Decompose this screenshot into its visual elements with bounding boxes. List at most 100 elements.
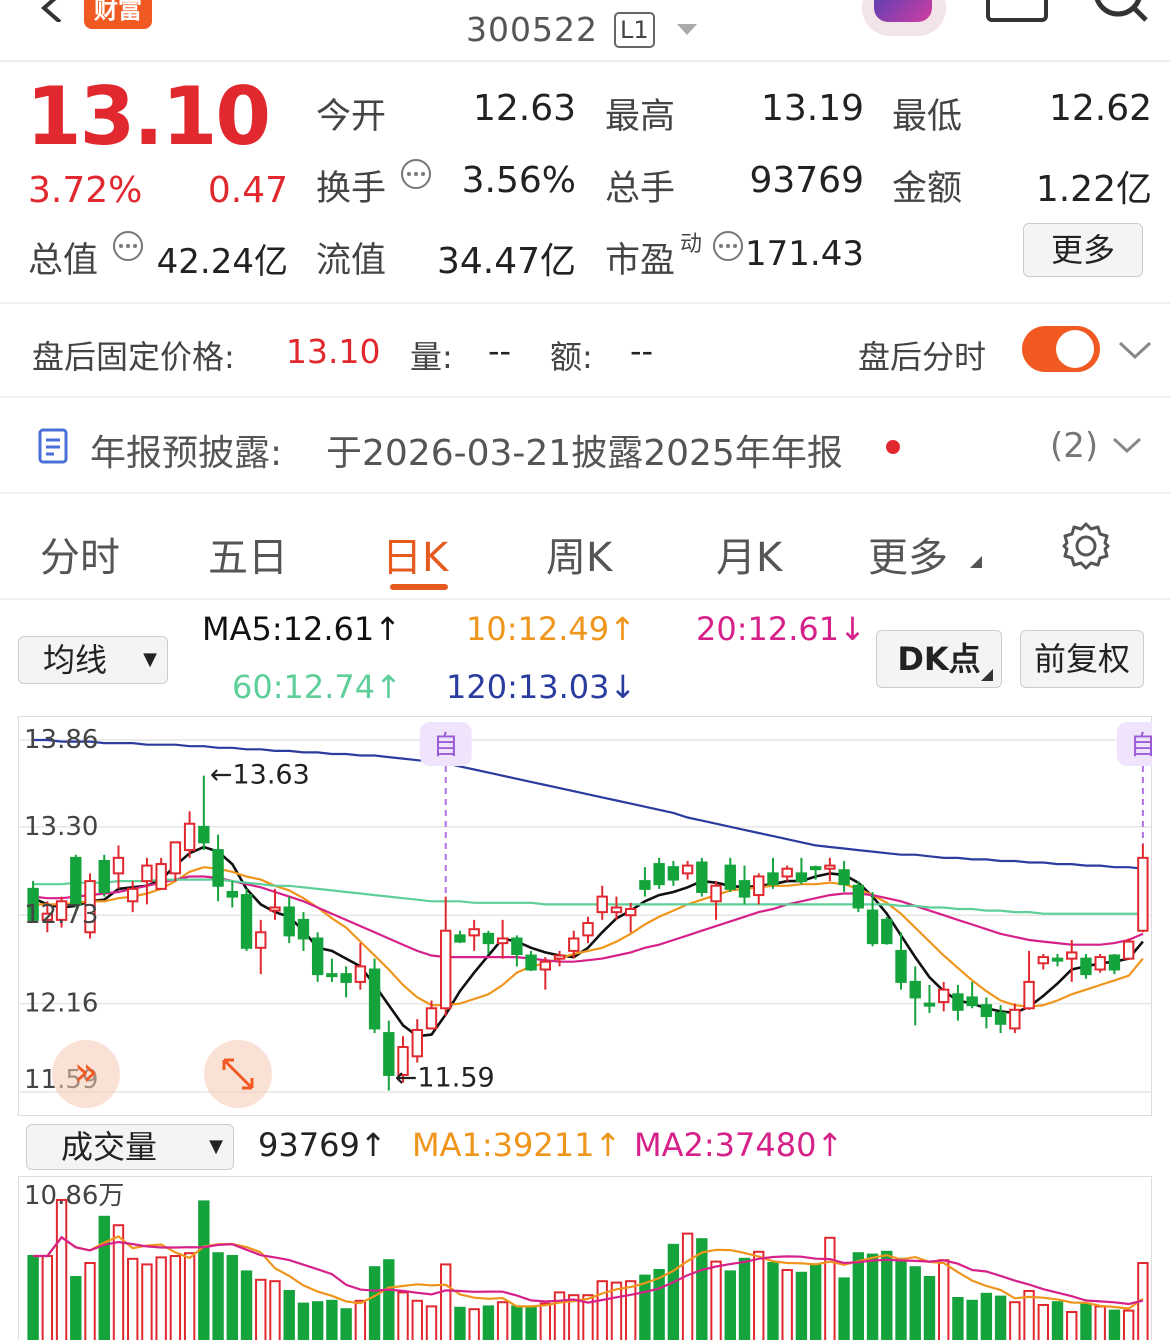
volume-bar: [866, 1253, 879, 1340]
volume-bar: [98, 1215, 110, 1340]
low-price-label: ←11.59: [395, 1062, 495, 1093]
volume-bar: [440, 1263, 452, 1340]
marker-label: 自: [433, 731, 459, 761]
candle-body: [1080, 957, 1092, 976]
adjust-button[interactable]: 前复权: [1020, 630, 1144, 688]
afterhours-toggle[interactable]: [1022, 326, 1100, 372]
info-icon[interactable]: [712, 230, 744, 262]
afterhours-vol: --: [488, 332, 512, 370]
ma10-value: 10:12.49↑: [466, 610, 636, 648]
volume-bar: [283, 1290, 295, 1340]
volume-bar: [809, 1263, 822, 1340]
candle-body: [767, 872, 779, 886]
ma60-value: 60:12.74↑: [232, 668, 402, 706]
candle-body: [667, 866, 680, 881]
scroll-right-icon[interactable]: »: [52, 1040, 120, 1108]
search-icon[interactable]: [1086, 0, 1156, 26]
dropdown-caret-icon: ▼: [209, 1136, 223, 1157]
candle-body: [425, 1007, 438, 1030]
candle: [311, 932, 324, 982]
candle-body: [454, 934, 466, 943]
volume-bar: [596, 1280, 608, 1340]
candle-body: [596, 895, 608, 914]
kline-chart[interactable]: 13.8613.3012.7312.1611.59 ←13.63←11.59自自: [18, 716, 1152, 1116]
candle-body: [511, 937, 523, 955]
info-icon[interactable]: [400, 158, 432, 190]
watchlist-icon[interactable]: [986, 0, 1048, 24]
level-badge[interactable]: L1: [614, 12, 655, 48]
tab-weekly-k[interactable]: 周K: [546, 525, 612, 583]
divider: [0, 598, 1170, 600]
candle: [881, 916, 893, 945]
candle-body: [212, 849, 224, 887]
candle-body: [240, 894, 253, 949]
chevron-down-icon[interactable]: [1118, 340, 1152, 360]
volume-bar: [368, 1266, 381, 1340]
volume-bar: [511, 1305, 523, 1340]
stat-label-open: 今开: [316, 97, 387, 137]
stat-value-low: 12.62: [1048, 88, 1152, 129]
volume-bar: [753, 1250, 765, 1340]
tab-more[interactable]: 更多: [868, 525, 948, 583]
back-icon[interactable]: [36, 0, 66, 22]
candle: [1080, 953, 1092, 979]
volume-bar: [1122, 1309, 1135, 1340]
candle-body: [1137, 856, 1149, 932]
candle-body: [909, 980, 921, 999]
stat-label-float: 流值: [316, 241, 387, 281]
divider: [0, 302, 1170, 304]
volume-bar: [781, 1269, 793, 1340]
stat-value-turnover: 3.56%: [461, 160, 576, 201]
tab-five-day[interactable]: 五日: [208, 525, 288, 583]
volume-select-label: 成交量: [61, 1128, 158, 1166]
candle-body: [681, 864, 694, 875]
tab-intraday[interactable]: 分时: [40, 525, 120, 583]
candle-body: [895, 949, 907, 983]
candle-body: [1066, 951, 1078, 960]
candle-body: [582, 921, 594, 937]
more-button[interactable]: 更多: [1023, 223, 1143, 277]
tab-monthly-k[interactable]: 月K: [716, 525, 782, 583]
expand-icon[interactable]: [204, 1040, 272, 1108]
stat-value-open: 12.63: [472, 88, 576, 129]
dropdown-caret-icon[interactable]: [677, 24, 697, 36]
high-price-label: ←13.63: [210, 760, 310, 791]
candle-body: [354, 965, 367, 983]
price-tick-label: 13.86: [24, 725, 98, 755]
volume-chart[interactable]: 10.86万: [18, 1176, 1152, 1340]
notice-text[interactable]: 于2026-03-21披露2025年年报: [326, 424, 843, 476]
candle-body: [326, 973, 338, 978]
volume-bar: [496, 1301, 509, 1340]
candle-body: [781, 867, 793, 878]
report-icon: [38, 428, 68, 464]
dk-point-label: DK点: [897, 640, 981, 678]
volume-bar: [326, 1299, 338, 1340]
volume-bar: [297, 1302, 310, 1340]
settings-gear-icon[interactable]: [1060, 520, 1112, 572]
volume-bar: [70, 1276, 82, 1340]
candle-body: [155, 863, 167, 890]
candle: [1122, 938, 1135, 960]
dk-point-button[interactable]: DK点: [876, 630, 1002, 688]
volume-bar: [539, 1302, 552, 1340]
brand-badge: 财富: [84, 0, 152, 29]
stat-label-high: 最高: [605, 97, 676, 137]
tab-daily-k[interactable]: 日K: [382, 525, 448, 583]
chevron-down-icon[interactable]: [1112, 436, 1142, 456]
info-icon[interactable]: [112, 230, 144, 262]
avatar[interactable]: [862, 0, 946, 36]
volume-bar: [454, 1306, 466, 1340]
candle-body: [966, 996, 978, 1007]
volume-select[interactable]: 成交量 ▼: [26, 1124, 234, 1170]
volume-bar: [1066, 1311, 1078, 1340]
volume-bar: [923, 1276, 936, 1340]
candle: [852, 881, 865, 913]
candle-body: [838, 869, 850, 886]
volume-bar: [1023, 1290, 1035, 1340]
volume-bar: [155, 1256, 167, 1340]
stock-code[interactable]: 300522: [466, 10, 598, 49]
stat-value-pe: 171.43: [745, 234, 864, 274]
stat-value-amount: 1.22亿: [1035, 169, 1152, 210]
volume-bar: [1009, 1301, 1021, 1340]
indicator-select[interactable]: 均线 ▼: [18, 636, 168, 684]
